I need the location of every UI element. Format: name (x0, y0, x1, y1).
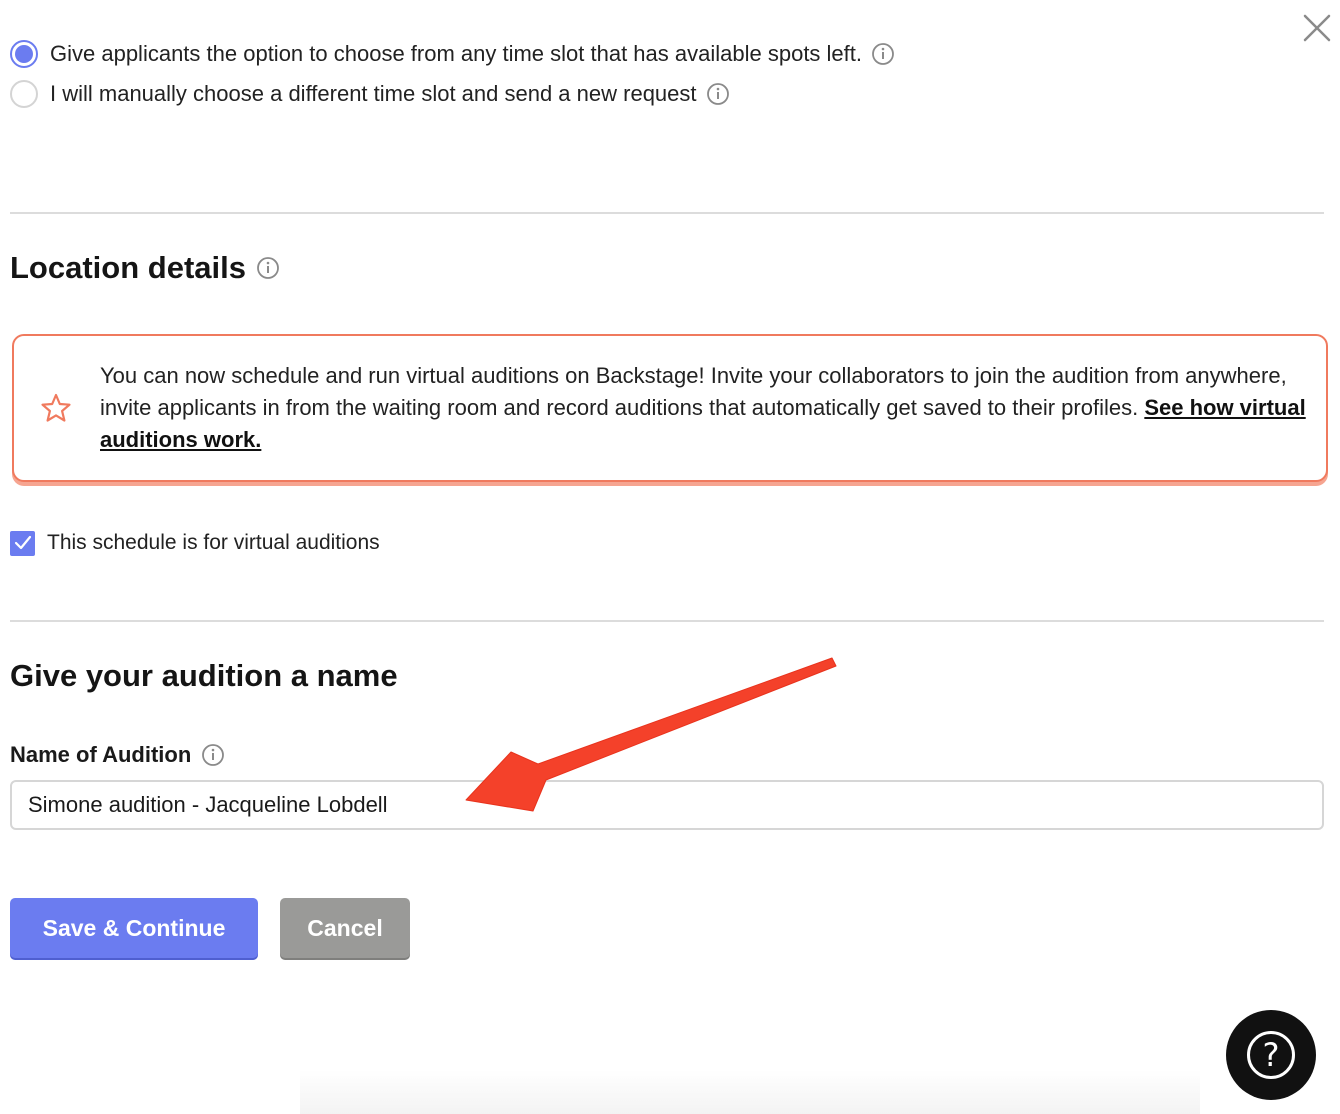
info-icon[interactable] (201, 743, 225, 767)
audition-name-label: Name of Audition (10, 742, 225, 768)
virtual-auditions-notice: You can now schedule and run virtual aud… (12, 334, 1328, 482)
radio-any-slot[interactable] (10, 40, 38, 68)
audition-name-input[interactable] (10, 780, 1324, 830)
virtual-auditions-checkbox[interactable] (10, 530, 35, 556)
virtual-auditions-checkbox-row[interactable]: This schedule is for virtual auditions (10, 529, 380, 557)
info-icon[interactable] (706, 82, 730, 106)
radio-manual[interactable] (10, 80, 38, 108)
info-icon[interactable] (256, 256, 280, 280)
radio-manual-label: I will manually choose a different time … (50, 81, 697, 106)
audition-schedule-modal: Give applicants the option to choose fro… (0, 0, 1340, 1114)
bottom-shade (300, 1070, 1200, 1114)
audition-name-heading-text: Give your audition a name (10, 658, 398, 693)
notice-body: You can now schedule and run virtual aud… (100, 363, 1287, 420)
radio-option-manual[interactable]: I will manually choose a different time … (10, 79, 730, 109)
audition-name-heading: Give your audition a name (10, 658, 398, 694)
save-continue-button[interactable]: Save & Continue (10, 898, 258, 958)
audition-name-label-text: Name of Audition (10, 742, 192, 767)
close-button[interactable] (1299, 10, 1335, 46)
virtual-auditions-checkbox-label: This schedule is for virtual auditions (47, 531, 380, 554)
info-icon[interactable] (871, 42, 895, 66)
location-heading: Location details (10, 250, 280, 286)
section-divider (10, 212, 1324, 214)
close-icon (1303, 14, 1331, 42)
question-icon: ? (1247, 1031, 1295, 1079)
help-button[interactable]: ? (1226, 1010, 1316, 1100)
star-icon (41, 393, 71, 422)
radio-any-slot-label: Give applicants the option to choose fro… (50, 41, 863, 66)
notice-text: You can now schedule and run virtual aud… (100, 360, 1310, 456)
cancel-button[interactable]: Cancel (280, 898, 410, 958)
section-divider (10, 620, 1324, 622)
checkmark-icon (14, 535, 31, 550)
radio-option-any-slot[interactable]: Give applicants the option to choose fro… (10, 39, 895, 69)
location-heading-text: Location details (10, 250, 246, 285)
